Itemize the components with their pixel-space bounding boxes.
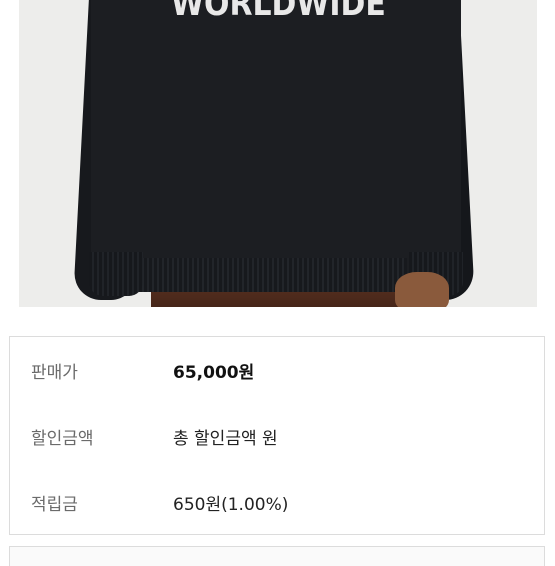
discount-label: 할인금액 (31, 428, 94, 449)
sweater-body (91, 0, 461, 292)
discount-value: 총 할인금액 원 (173, 428, 278, 449)
next-section-edge (9, 546, 545, 566)
sale-price-value: 65,000원 (173, 362, 255, 383)
sweater-hem (139, 258, 407, 292)
sale-price-row: 판매가 65,000원 (10, 337, 544, 403)
price-info-table: 판매가 65,000원 할인금액 총 할인금액 원 적립금 650원(1.00%… (9, 336, 545, 535)
discount-row: 할인금액 총 할인금액 원 (10, 403, 544, 469)
sale-price-label: 판매가 (31, 362, 78, 383)
points-row: 적립금 650원(1.00%) (10, 469, 544, 535)
product-photo: WORLDWIDE (19, 0, 537, 307)
left-cuff (89, 252, 143, 296)
right-hand (395, 272, 449, 307)
points-label: 적립금 (31, 494, 78, 515)
points-value: 650원(1.00%) (173, 494, 289, 515)
chest-print-text: WORLDWIDE (171, 0, 386, 24)
